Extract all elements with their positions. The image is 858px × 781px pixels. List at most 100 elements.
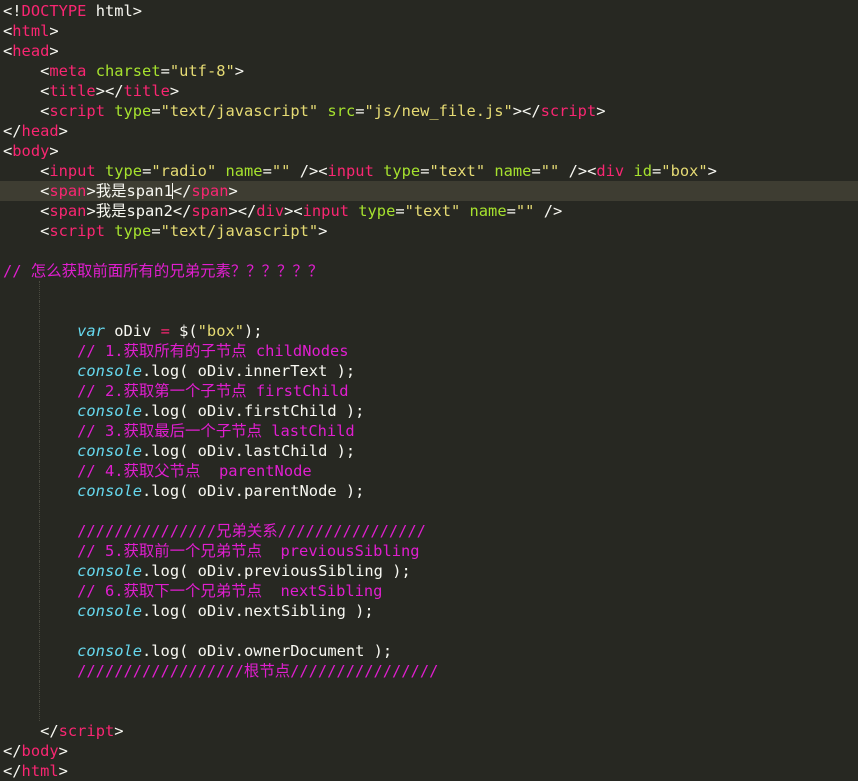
code-line[interactable]: // 6.获取下一个兄弟节点 nextSibling xyxy=(0,581,858,601)
code-token-attr: name xyxy=(469,202,507,220)
code-line[interactable]: <input type="radio" name="" /><input typ… xyxy=(0,161,858,181)
code-token-str: "radio" xyxy=(151,162,217,180)
code-token-str: "box" xyxy=(661,162,708,180)
code-token-punct: </ xyxy=(172,202,192,220)
code-line[interactable]: // 2.获取第一个子节点 firstChild xyxy=(0,381,858,401)
code-line[interactable]: </head> xyxy=(0,121,858,141)
code-line[interactable]: console.log( oDiv.lastChild ); xyxy=(0,441,858,461)
code-line[interactable]: // 怎么获取前面所有的兄弟元素？？？？？？ xyxy=(0,261,858,281)
indent-guide xyxy=(39,381,41,401)
indent-guide xyxy=(39,681,41,701)
code-line[interactable]: // 1.获取所有的子节点 childNodes xyxy=(0,341,858,361)
code-line[interactable] xyxy=(0,301,858,321)
code-line[interactable] xyxy=(0,241,858,261)
code-token-str: "" xyxy=(540,162,560,180)
code-token-punct: />< xyxy=(299,162,328,180)
code-line[interactable]: // 4.获取父节点 parentNode xyxy=(0,461,858,481)
code-line[interactable]: <script type="text/javascript" src="js/n… xyxy=(0,101,858,121)
code-token-punct: > xyxy=(49,42,59,60)
code-token-punct: = xyxy=(262,162,272,180)
code-token-str: "utf-8" xyxy=(169,62,235,80)
code-token-plain: .log( oDiv.lastChild ); xyxy=(142,442,356,460)
code-token-punct: >< xyxy=(284,202,303,220)
code-token-tag: title xyxy=(49,82,96,100)
code-token-punct: = xyxy=(395,202,405,220)
code-token-attr: id xyxy=(633,162,653,180)
code-token-kwop: = xyxy=(160,322,170,340)
code-line[interactable]: <body> xyxy=(0,141,858,161)
code-token-punct: < xyxy=(40,202,50,220)
code-token-punct: ></ xyxy=(512,102,541,120)
code-line[interactable]: ///////////////兄弟关系//////////////// xyxy=(0,521,858,541)
code-token-comment: // 4.获取父节点 parentNode xyxy=(77,462,312,480)
code-line[interactable]: var oDiv = $("box"); xyxy=(0,321,858,341)
code-line[interactable]: <html> xyxy=(0,21,858,41)
code-line[interactable] xyxy=(0,281,858,301)
code-line[interactable]: <span>我是span1</span> xyxy=(0,181,858,201)
code-token-str: "" xyxy=(515,202,535,220)
code-line[interactable] xyxy=(0,701,858,721)
code-token-obj: console xyxy=(77,482,143,500)
indent-guide xyxy=(39,421,41,441)
code-token-plain: .log( oDiv.firstChild ); xyxy=(142,402,365,420)
indent-guide xyxy=(39,441,41,461)
code-token-punct: </ xyxy=(3,122,22,140)
code-token-punct: < xyxy=(40,102,50,120)
code-token-punct: <! xyxy=(3,2,22,20)
code-token-obj: console xyxy=(77,562,143,580)
code-line[interactable]: <meta charset="utf-8"> xyxy=(0,61,858,81)
code-token-punct: < xyxy=(3,22,13,40)
code-editor[interactable]: <!DOCTYPE html> <html> <head> <meta charse… xyxy=(0,0,858,781)
code-token-tag: span xyxy=(49,182,87,200)
code-token-obj: console xyxy=(77,602,143,620)
indent-guide xyxy=(39,561,41,581)
code-token-attr: type xyxy=(114,102,152,120)
code-token-plain: 我是span2 xyxy=(95,202,173,220)
code-token-tag: head xyxy=(21,122,59,140)
code-token-tag: html xyxy=(21,762,59,780)
code-token-tag: script xyxy=(58,722,115,740)
code-token-punct: > xyxy=(86,202,96,220)
code-line[interactable]: <!DOCTYPE html> xyxy=(0,1,858,21)
code-line[interactable]: console.log( oDiv.firstChild ); xyxy=(0,401,858,421)
code-line[interactable]: console.log( oDiv.nextSibling ); xyxy=(0,601,858,621)
code-line[interactable]: //////////////////根节点//////////////// xyxy=(0,661,858,681)
code-line[interactable]: console.log( oDiv.ownerDocument ); xyxy=(0,641,858,661)
code-line[interactable]: console.log( oDiv.previousSibling ); xyxy=(0,561,858,581)
code-token-attr: type xyxy=(358,202,396,220)
code-token-obj: console xyxy=(77,442,143,460)
code-token-str: "text" xyxy=(404,202,461,220)
code-token-plain: .log( oDiv.innerText ); xyxy=(142,362,356,380)
code-line[interactable]: console.log( oDiv.parentNode ); xyxy=(0,481,858,501)
code-token-tag: script xyxy=(49,222,105,240)
code-line[interactable]: <span>我是span2</span></div><input type="t… xyxy=(0,201,858,221)
code-token-tag: body xyxy=(12,142,50,160)
code-token-attr: name xyxy=(225,162,263,180)
code-line[interactable]: // 5.获取前一个兄弟节点 previousSibling xyxy=(0,541,858,561)
code-line[interactable]: <script type="text/javascript"> xyxy=(0,221,858,241)
code-line[interactable]: console.log( oDiv.innerText ); xyxy=(0,361,858,381)
code-token-punct: </ xyxy=(3,762,22,780)
code-token-punct: > xyxy=(234,62,245,80)
code-line[interactable] xyxy=(0,681,858,701)
code-token-punct: /> xyxy=(543,202,563,220)
code-line[interactable]: // 3.获取最后一个子节点 lastChild xyxy=(0,421,858,441)
code-line[interactable]: </body> xyxy=(0,741,858,761)
code-line[interactable] xyxy=(0,501,858,521)
code-line[interactable] xyxy=(0,621,858,641)
indent-guide xyxy=(39,521,41,541)
code-token-kw: var xyxy=(77,322,105,340)
code-token-plain: ); xyxy=(244,322,263,340)
code-line[interactable]: </html> xyxy=(0,761,858,781)
code-line[interactable]: <head> xyxy=(0,41,858,61)
code-token-str: "text" xyxy=(429,162,486,180)
code-line[interactable]: <title></title> xyxy=(0,81,858,101)
code-token-comment: ///////////////兄弟关系//////////////// xyxy=(77,522,426,540)
code-line[interactable]: </script> xyxy=(0,721,858,741)
